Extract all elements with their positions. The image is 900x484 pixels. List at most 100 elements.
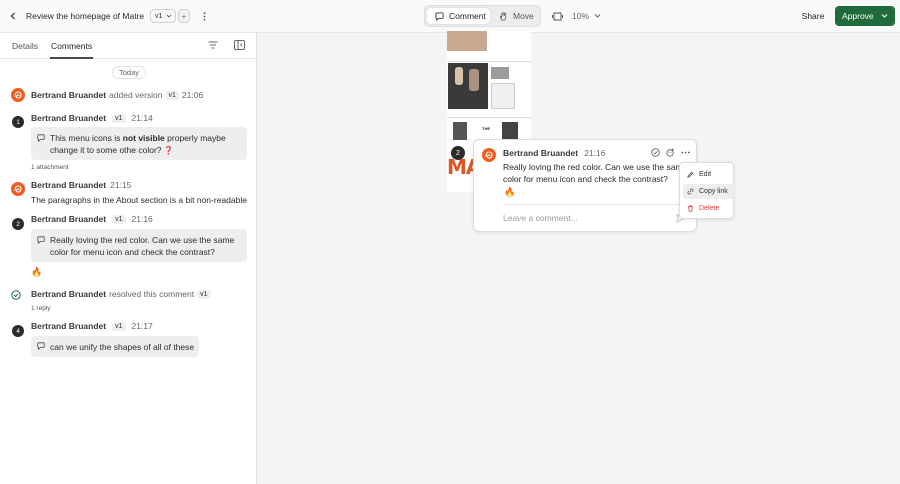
canvas-comment-pin[interactable]: 2	[451, 146, 465, 160]
review-title: Review the homepage of Matre	[26, 11, 145, 21]
menu-item-label: Delete	[699, 205, 720, 212]
timestamp: 21:16	[131, 214, 153, 224]
zoom-select[interactable]: 10%	[572, 10, 601, 22]
comment-pin-number: 4	[12, 325, 24, 337]
popup-header: Bertrand Bruandet 21:16	[503, 148, 605, 158]
sidebar-toggle-icon[interactable]	[233, 39, 245, 51]
comment-options-menu: Edit Copy link Delete	[679, 162, 734, 219]
comment-bubble[interactable]: can we unify the shapes of all of these	[31, 336, 199, 357]
comment-header: Bertrand Bruandet v1 21:16	[31, 214, 153, 224]
popup-text-line-2: color for menu icon and check the contra…	[503, 174, 668, 184]
edit-icon	[687, 171, 694, 178]
activity-text: resolved this comment	[109, 289, 195, 299]
author-name: Bertrand Bruandet	[31, 289, 107, 299]
share-button[interactable]: Share	[797, 7, 829, 25]
avatar	[482, 148, 496, 162]
comment-text: can we unify the shapes of all of these	[50, 342, 195, 352]
comment-icon	[37, 236, 45, 244]
divider	[503, 204, 683, 205]
back-chevron-icon[interactable]	[7, 10, 19, 22]
comment-header: Bertrand Bruandet 21:15	[31, 180, 131, 190]
timestamp: 21:14	[131, 113, 153, 123]
comment-header: Bertrand Bruandet v1 21:17	[31, 321, 153, 331]
thumbnail-image	[447, 31, 487, 51]
chevron-down-icon	[167, 14, 172, 18]
menu-item-edit[interactable]: Edit	[683, 167, 734, 182]
author-name: Bertrand Bruandet	[503, 148, 579, 158]
comment-pin-number: 2	[12, 218, 24, 230]
comment-text-line-2: change it to some othe color? ❓	[50, 145, 174, 155]
mode-toggle: Comment Move	[424, 5, 541, 27]
add-version-button[interactable]: +	[178, 9, 190, 23]
reply-input[interactable]: Leave a comment...	[503, 213, 683, 225]
chevron-down-icon	[594, 14, 601, 18]
popup-comment-text: Really loving the red color. Can we use …	[503, 161, 687, 185]
date-separator: Today	[112, 66, 146, 79]
question-emoji: ❓	[163, 146, 174, 155]
tab-details[interactable]: Details	[12, 41, 38, 51]
timestamp: 21:15	[110, 180, 132, 190]
comments-panel: Details Comments Today Bertrand Bruandet…	[0, 33, 257, 484]
chevron-down-icon	[881, 14, 888, 18]
version-select-value: v1	[155, 12, 163, 20]
comment-bubble[interactable]: This menu icons is not visible properly …	[31, 127, 247, 160]
design-canvas[interactable]: THE MAT 2 Bertrand Bruandet 21:16 Really…	[258, 31, 900, 484]
thumbnail-photo	[502, 122, 518, 140]
avatar	[11, 182, 25, 196]
approve-button[interactable]: Approve	[835, 6, 895, 26]
version-badge: v1	[112, 214, 126, 224]
comment-header: Bertrand Bruandet v1 21:14	[31, 113, 153, 123]
more-vertical-icon[interactable]	[199, 10, 209, 22]
move-mode-label: Move	[513, 11, 534, 21]
more-horizontal-icon[interactable]	[680, 147, 690, 157]
author-name: Bertrand Bruandet	[31, 90, 107, 100]
reply-count-link[interactable]: 1 reply	[31, 305, 51, 312]
version-badge: v1	[112, 113, 126, 123]
menu-item-delete[interactable]: Delete	[683, 201, 734, 216]
timestamp: 21:06	[181, 90, 204, 100]
comment-text-line-1: This menu icons is not visible properly …	[50, 133, 226, 143]
version-badge: v1	[112, 321, 126, 331]
tab-comments[interactable]: Comments	[49, 41, 94, 59]
attachment-link[interactable]: 1 attachment	[31, 164, 69, 171]
comment-popup: Bertrand Bruandet 21:16 Really loving th…	[473, 139, 697, 232]
comment-text-bold: not visible	[122, 133, 165, 143]
comment-mode-button[interactable]: Comment	[427, 8, 490, 24]
version-badge: v1	[165, 90, 179, 100]
fire-reaction[interactable]: 🔥	[504, 187, 515, 198]
comment-bubble[interactable]: Really loving the red color. Can we use …	[31, 229, 247, 262]
resolve-check-icon[interactable]	[650, 147, 660, 157]
menu-item-copy-link[interactable]: Copy link	[683, 184, 734, 199]
thumbnail-photo-small	[491, 67, 509, 79]
author-name: Bertrand Bruandet	[31, 321, 107, 331]
frame-icon[interactable]	[550, 10, 564, 22]
add-reaction-icon[interactable]	[665, 147, 675, 157]
comment-text: The paragraphs in the About section is a…	[31, 195, 247, 205]
avatar	[11, 88, 25, 102]
activity-added-version: Bertrand Bruandet added version v1 21:06	[31, 90, 203, 100]
brand-logo-icon	[14, 185, 22, 193]
move-mode-button[interactable]: Move	[495, 8, 540, 24]
author-name: Bertrand Bruandet	[31, 113, 107, 123]
version-select[interactable]: v1	[150, 9, 176, 23]
author-name: Bertrand Bruandet	[31, 180, 107, 190]
comment-pin-number: 1	[12, 116, 24, 128]
thumbnail-photo	[453, 122, 467, 140]
comment-text: change it to some othe color?	[50, 145, 162, 155]
timestamp: 21:17	[131, 321, 153, 331]
activity-resolved: Bertrand Bruandet resolved this comment …	[31, 289, 211, 299]
filter-icon[interactable]	[207, 40, 219, 50]
fire-reaction[interactable]: 🔥	[31, 267, 42, 278]
thumbnail-photo	[448, 63, 488, 109]
thumbnail-card	[491, 83, 515, 109]
brand-logo-icon	[14, 91, 22, 99]
thumbnail-mini-text: THE	[482, 126, 490, 131]
approve-label: Approve	[842, 11, 874, 21]
brand-logo-icon	[485, 151, 493, 159]
comment-text-line-1: Really loving the red color. Can we use …	[50, 235, 235, 245]
thumbnail-figure	[455, 67, 463, 85]
link-icon	[687, 188, 694, 195]
comment-icon	[37, 342, 45, 350]
comment-mode-label: Comment	[449, 11, 486, 21]
timestamp: 21:16	[584, 148, 606, 158]
